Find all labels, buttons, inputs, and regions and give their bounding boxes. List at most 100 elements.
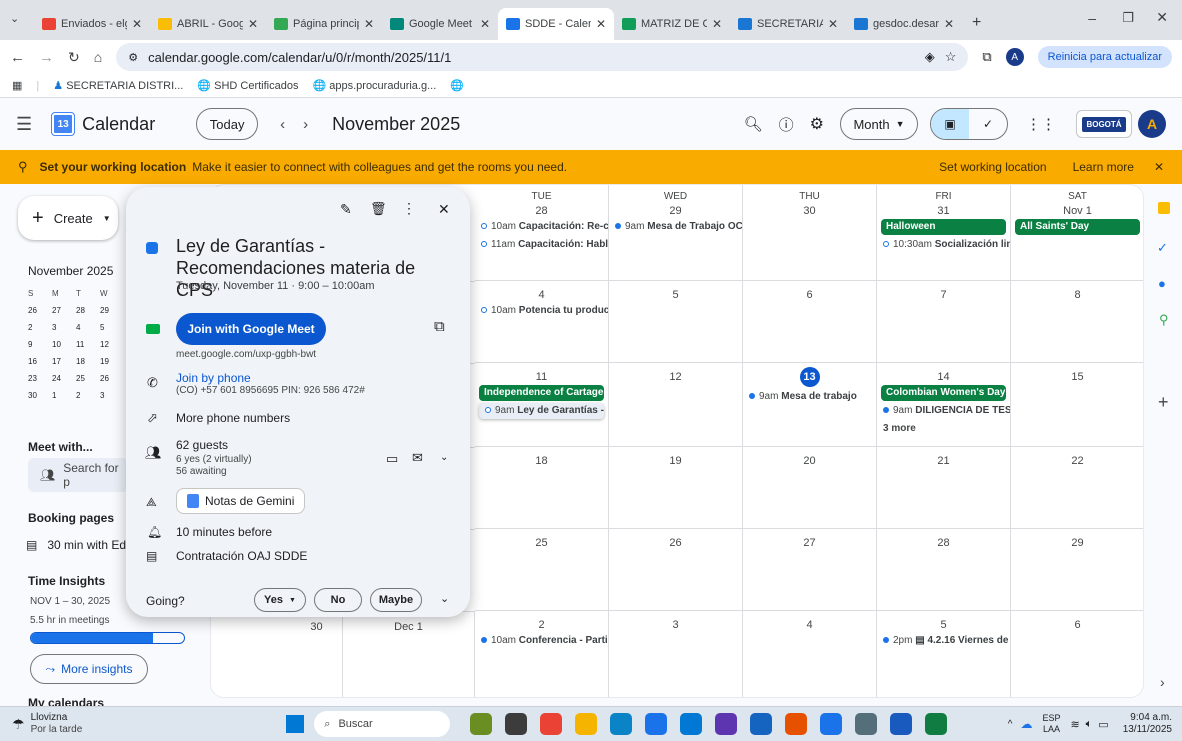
more-events-link[interactable]: 3 more xyxy=(877,421,1010,437)
close-tab-icon[interactable]: ✕ xyxy=(712,17,722,31)
browser-tab[interactable]: Página principal ✕ xyxy=(266,8,382,40)
day-number[interactable]: Dec 1 xyxy=(343,621,474,633)
day-number[interactable]: 28 xyxy=(475,205,608,217)
calendar-day-cell[interactable]: 14 Colombian Women's Day 9am DILIGENCIA DE… xyxy=(877,363,1011,447)
mini-day[interactable]: 25 xyxy=(76,374,100,383)
event-chip[interactable]: 9am Mesa de Trabajo OC xyxy=(609,219,742,235)
all-day-event[interactable]: All Saints' Day xyxy=(1015,219,1140,235)
word-icon[interactable] xyxy=(890,713,913,735)
day-number[interactable]: 11 xyxy=(475,371,608,383)
day-number[interactable]: 13 xyxy=(799,367,820,387)
home-icon[interactable]: ⌂ xyxy=(94,49,102,65)
all-day-event[interactable]: Halloween xyxy=(881,219,1006,235)
close-window-icon[interactable]: ✕ xyxy=(1156,9,1168,26)
task-view-icon[interactable] xyxy=(505,713,528,735)
mini-day[interactable]: 1 xyxy=(52,391,76,400)
bookmark-star-icon[interactable]: ☆ xyxy=(945,49,957,65)
translate-icon[interactable]: ◈ xyxy=(925,49,935,65)
view-selector[interactable]: Month ▼ xyxy=(840,108,918,140)
site-info-icon[interactable]: ⚙ xyxy=(128,51,138,64)
browser-tab[interactable]: SDDE - Calendar ✕ xyxy=(498,8,614,40)
day-number[interactable]: 15 xyxy=(1011,371,1143,383)
store-icon[interactable] xyxy=(645,713,668,735)
search-people-input[interactable]: 👥︎ Search for p xyxy=(28,458,128,492)
day-number[interactable]: 4 xyxy=(743,619,876,631)
mini-day[interactable]: 3 xyxy=(100,391,124,400)
calendar-day-cell[interactable]: 7 xyxy=(877,281,1011,363)
event-chip[interactable]: 10:30am Socialización lin xyxy=(877,237,1010,253)
bookmark-1[interactable]: 🌐 SHD Certificados xyxy=(197,79,298,92)
day-number[interactable]: 3 xyxy=(609,619,742,631)
volume-icon[interactable]: 🔈︎ xyxy=(1086,718,1093,731)
browser-tab[interactable]: MATRIZ DE CON ✕ xyxy=(614,8,730,40)
calendar-day-cell[interactable]: 28 xyxy=(877,529,1011,611)
mini-day[interactable]: 3 xyxy=(52,323,76,332)
day-number[interactable]: 19 xyxy=(609,455,742,467)
calculator-icon[interactable] xyxy=(855,713,878,735)
language-indicator[interactable]: ESP LAA xyxy=(1042,713,1060,735)
event-chip[interactable]: 10am Conferencia - Parti xyxy=(475,633,608,649)
update-browser-button[interactable]: Reinicia para actualizar xyxy=(1037,46,1172,68)
tasks-icon[interactable]: ✓ xyxy=(1157,240,1168,256)
day-number[interactable]: 20 xyxy=(743,455,876,467)
calendar-day-cell[interactable]: 4 xyxy=(743,611,877,697)
mini-day[interactable]: 16 xyxy=(28,357,52,366)
file-explorer-icon[interactable] xyxy=(575,713,598,735)
day-number[interactable]: 26 xyxy=(609,537,742,549)
calendar-day-cell[interactable]: 6 xyxy=(1011,611,1143,697)
all-day-event[interactable]: Independence of Cartager xyxy=(479,385,604,401)
event-chip[interactable]: 9am Ley de Garantías - R xyxy=(479,403,604,419)
calendar-day-cell[interactable]: 29 xyxy=(1011,529,1143,611)
excel-icon[interactable] xyxy=(925,713,948,735)
close-tab-icon[interactable]: ✕ xyxy=(248,17,258,31)
day-number[interactable]: 2 xyxy=(475,619,608,631)
forward-icon[interactable]: → xyxy=(39,49,54,66)
clock[interactable]: 9:04 a.m. 13/11/2025 xyxy=(1123,712,1172,736)
tasks-view-icon[interactable]: ✓ xyxy=(969,109,1007,139)
main-menu-icon[interactable]: ☰ xyxy=(16,114,32,135)
calendar-day-cell[interactable]: 25 xyxy=(475,529,609,611)
expand-guests-icon[interactable]: ⌄ xyxy=(440,452,448,463)
expand-panel-icon[interactable]: › xyxy=(1160,674,1165,690)
calendar-day-cell[interactable]: 2 10am Conferencia - Parti xyxy=(475,611,609,697)
mini-day[interactable]: 5 xyxy=(100,323,124,332)
widgets-icon[interactable] xyxy=(470,713,493,735)
account-avatar[interactable]: A xyxy=(1138,110,1166,138)
battery-icon[interactable]: ▭ xyxy=(1098,718,1108,731)
day-number[interactable]: 30 xyxy=(743,205,876,217)
mini-day[interactable]: 30 xyxy=(28,391,52,400)
close-banner-icon[interactable]: ✕ xyxy=(1154,160,1164,174)
calendar-day-cell[interactable]: WED 29 9am Mesa de Trabajo OC xyxy=(609,185,743,281)
edit-icon[interactable]: ✎ xyxy=(340,201,352,218)
day-number[interactable]: 7 xyxy=(877,289,1010,301)
event-chip[interactable]: 10am Capacitación: Re-c xyxy=(475,219,608,235)
delete-icon[interactable]: 🗑︎ xyxy=(370,201,387,217)
apps-grid-icon[interactable]: ▦ xyxy=(12,79,22,92)
tray-app-icon[interactable]: ☁ xyxy=(1020,717,1032,731)
meet-link[interactable]: meet.google.com/uxp-ggbh-bwt xyxy=(176,349,316,360)
mini-day[interactable]: 26 xyxy=(100,374,124,383)
browser-tab[interactable]: Google Meet ✕ xyxy=(382,8,498,40)
close-tab-icon[interactable]: ✕ xyxy=(364,17,374,31)
mini-day[interactable]: 2 xyxy=(28,323,52,332)
chrome-alt-icon[interactable] xyxy=(540,713,563,735)
taskbar-search[interactable]: ⌕ Buscar xyxy=(314,711,451,737)
mini-day[interactable]: 29 xyxy=(100,306,124,315)
calendar-day-cell[interactable]: 19 xyxy=(609,447,743,529)
mini-day[interactable]: 26 xyxy=(28,306,52,315)
mini-day[interactable]: 27 xyxy=(52,306,76,315)
calendar-day-cell[interactable]: THU 30 xyxy=(743,185,877,281)
mini-day[interactable]: 10 xyxy=(52,340,76,349)
calendar-day-cell[interactable]: 26 xyxy=(609,529,743,611)
new-tab-button[interactable]: + xyxy=(972,14,981,32)
all-day-event[interactable]: Colombian Women's Day xyxy=(881,385,1006,401)
join-by-phone-link[interactable]: Join by phone xyxy=(176,371,251,385)
day-number[interactable]: 14 xyxy=(877,371,1010,383)
search-icon[interactable]: 🔍︎ xyxy=(744,115,763,133)
chat-icon[interactable]: ▭ xyxy=(386,451,398,467)
create-button[interactable]: + Create ▼ xyxy=(18,196,118,240)
rsvp-yes-button[interactable]: Yes ▼ xyxy=(254,588,306,612)
bookmark-globe-icon[interactable]: 🌐 xyxy=(450,79,464,92)
mini-day[interactable]: 2 xyxy=(76,391,100,400)
copy-link-icon[interactable]: ⧉ xyxy=(434,318,445,335)
